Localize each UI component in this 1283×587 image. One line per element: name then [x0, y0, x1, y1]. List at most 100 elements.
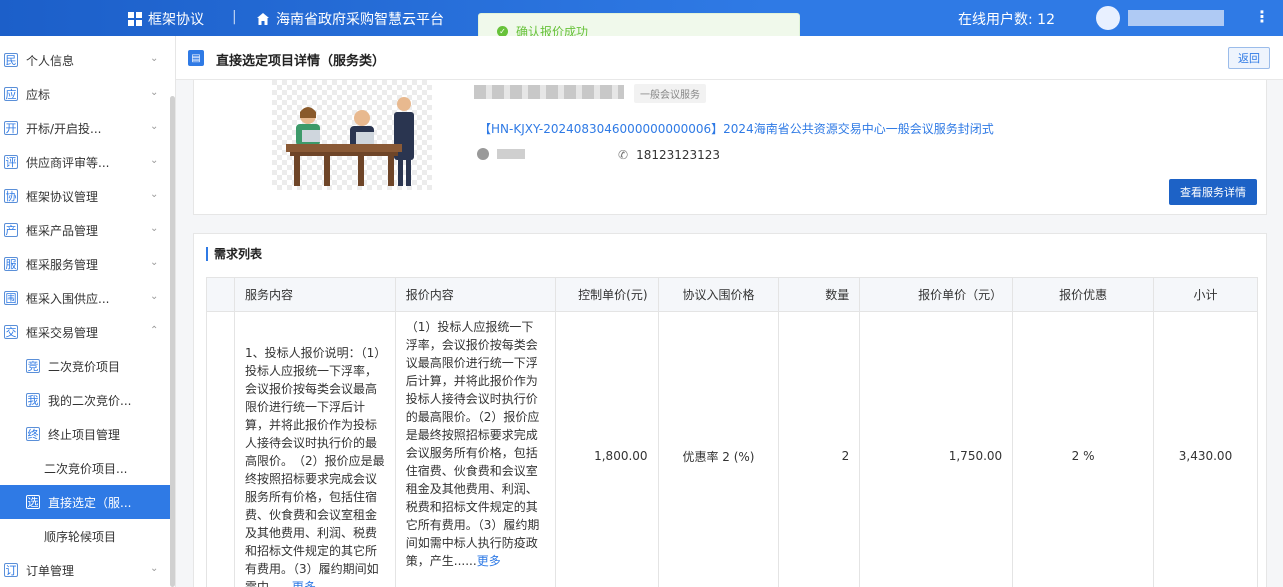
sidebar-item-label: 二次竞价项目 [48, 359, 121, 374]
back-button[interactable]: 返回 [1228, 47, 1270, 69]
chevron-down-icon: ⌄ [150, 121, 159, 132]
sidebar-item-shortlisted-supplier[interactable]: 围 框采入围供应... ⌄ [0, 281, 170, 315]
sidebar-item-second-bidding-sub[interactable]: 二次竞价项目... [0, 451, 170, 485]
quantity-cell: 2 [778, 311, 861, 587]
col-quantity: 数量 [778, 277, 861, 312]
header-separator: | [232, 9, 237, 25]
sidebar-item-service-mgmt[interactable]: 服 框采服务管理 ⌄ [0, 247, 170, 281]
sidebar-scrollbar[interactable] [170, 96, 175, 587]
sidebar: 民 个人信息 ⌄ 应 应标 ⌄ 开 开标/开启投... ⌄ 评 供应商评审等..… [0, 36, 176, 587]
quote-content-cell: （1）投标人应报统一下浮率，会议报价按每类会议最高限价进行统一下浮后计算，并将此… [394, 311, 556, 587]
order-icon: 订 [4, 563, 18, 577]
project-title-link[interactable]: 【HN-KJXY-2024083046000000000006】2024海南省公… [479, 120, 994, 137]
contact-person [477, 148, 525, 160]
agreement-price-cell: 优惠率 2 (%) [657, 311, 780, 587]
service-content-text: 1、投标人报价说明：（1）投标人应报统一下浮率，会议报价按每类会议最高限价进行统… [244, 346, 385, 587]
sidebar-item-agreement-mgmt[interactable]: 协 框架协议管理 ⌄ [0, 179, 170, 213]
grid-icon [128, 12, 142, 26]
service-more-link[interactable]: 更多 [292, 580, 316, 587]
project-name-redacted [474, 85, 624, 99]
view-service-detail-button[interactable]: 查看服务详情 [1169, 179, 1257, 205]
avatar[interactable] [1096, 6, 1120, 30]
table-header-row: 服务内容 报价内容 控制单价(元) 协议入围价格 数量 报价单价（元） 报价优惠… [206, 277, 1259, 312]
chevron-down-icon: ⌄ [150, 563, 159, 574]
sidebar-item-label: 开标/开启投... [26, 121, 102, 136]
sidebar-item-label: 框采服务管理 [26, 257, 99, 272]
sidebar-item-second-bidding[interactable]: 竞 二次竞价项目 [0, 349, 170, 383]
online-users: 在线用户数: 12 [958, 12, 1055, 28]
platform-label: 海南省政府采购智慧云平台 [276, 12, 444, 28]
brand[interactable]: 框架协议 [128, 9, 204, 29]
sidebar-item-label: 顺序轮候项目 [44, 529, 117, 544]
col-discount: 报价优惠 [1012, 277, 1154, 312]
sidebar-item-my-second-bidding[interactable]: 我 我的二次竞价... [0, 383, 170, 417]
meeting-illustration [272, 80, 432, 190]
my-bidding-icon: 我 [26, 393, 40, 407]
sidebar-item-trade-mgmt[interactable]: 交 框采交易管理 ⌃ [0, 315, 170, 349]
col-unit-price: 报价单价（元） [859, 277, 1014, 312]
col-agreement-price: 协议入围价格 [657, 277, 780, 312]
terminate-icon: 终 [26, 427, 40, 441]
row-index-cell [206, 311, 235, 587]
chevron-up-icon: ⌃ [150, 325, 159, 336]
sidebar-item-personal-info[interactable]: 民 个人信息 ⌄ [0, 43, 170, 77]
chevron-down-icon: ⌄ [150, 87, 159, 98]
col-service-content: 服务内容 [233, 277, 396, 312]
sidebar-item-terminate-project[interactable]: 终 终止项目管理 [0, 417, 170, 451]
product-icon: 产 [4, 223, 18, 237]
unit-price-cell: 1,750.00 [859, 311, 1014, 587]
sidebar-item-label: 框采产品管理 [26, 223, 99, 238]
user-name-redacted[interactable] [1128, 10, 1224, 26]
discount-cell: 2 % [1012, 311, 1154, 587]
bid-icon: 应 [4, 87, 18, 101]
sidebar-item-sequential-rotation[interactable]: 顺序轮候项目 [0, 519, 170, 553]
sidebar-item-label: 直接选定（服... [48, 495, 132, 510]
direct-select-icon: 选 [26, 495, 40, 509]
sidebar-item-label: 框采入围供应... [26, 291, 110, 306]
service-icon: 服 [4, 257, 18, 271]
open-bid-icon: 开 [4, 121, 18, 135]
quote-content-text: （1）投标人应报统一下浮率，会议报价按每类会议最高限价进行统一下浮后计算，并将此… [405, 320, 540, 568]
page-header: ▤ 直接选定项目详情（服务类） 返回 [176, 36, 1283, 80]
chevron-down-icon: ⌄ [150, 189, 159, 200]
trade-icon: 交 [4, 325, 18, 339]
sidebar-item-order-mgmt[interactable]: 订 订单管理 ⌄ [0, 553, 170, 587]
sidebar-item-bid[interactable]: 应 应标 ⌄ [0, 77, 170, 111]
document-icon: ▤ [188, 50, 204, 66]
sidebar-item-label: 框采交易管理 [26, 325, 99, 340]
person-icon [477, 148, 489, 160]
subtotal-cell: 3,430.00 [1152, 311, 1259, 587]
sidebar-item-label: 供应商评审等... [26, 155, 110, 170]
requirements-table: 服务内容 报价内容 控制单价(元) 协议入围价格 数量 报价单价（元） 报价优惠… [206, 277, 1259, 587]
platform-name[interactable]: 海南省政府采购智慧云平台 [256, 9, 444, 29]
chevron-down-icon: ⌄ [150, 291, 159, 302]
quote-more-link[interactable]: 更多 [477, 554, 501, 568]
sidebar-item-label: 个人信息 [26, 53, 75, 68]
requirements-card: 需求列表 服务内容 报价内容 控制单价(元) 协议入围价格 数量 报价单价（元）… [193, 233, 1267, 587]
table-row: 1、投标人报价说明：（1）投标人应报统一下浮率，会议报价按每类会议最高限价进行统… [206, 311, 1259, 587]
col-control-price: 控制单价(元) [554, 277, 659, 312]
chevron-down-icon: ⌄ [150, 155, 159, 166]
chevron-down-icon: ⌄ [150, 257, 159, 268]
brand-label: 框架协议 [148, 12, 204, 28]
main-content: 一般会议服务 【HN-KJXY-2024083046000000000006】2… [176, 80, 1283, 587]
page-title: 直接选定项目详情（服务类） [216, 54, 386, 69]
service-content-cell: 1、投标人报价说明：（1）投标人应报统一下浮率，会议报价按每类会议最高限价进行统… [233, 311, 396, 587]
phone-number: 18123123123 [636, 148, 721, 162]
project-info-card: 一般会议服务 【HN-KJXY-2024083046000000000006】2… [193, 80, 1267, 215]
sidebar-item-product-mgmt[interactable]: 产 框采产品管理 ⌄ [0, 213, 170, 247]
control-price-cell: 1,800.00 [554, 311, 659, 587]
contact-name-redacted [497, 149, 525, 159]
sidebar-item-supplier-review[interactable]: 评 供应商评审等... ⌄ [0, 145, 170, 179]
more-menu-icon[interactable]: ⋮ [1254, 7, 1270, 26]
sidebar-item-open-bid[interactable]: 开 开标/开启投... ⌄ [0, 111, 170, 145]
home-icon [257, 13, 269, 25]
sidebar-item-label: 应标 [26, 87, 51, 102]
sidebar-item-label: 我的二次竞价... [48, 393, 132, 408]
sidebar-item-direct-select[interactable]: 选 直接选定（服... [0, 485, 170, 519]
bidding-icon: 竞 [26, 359, 40, 373]
review-icon: 评 [4, 155, 18, 169]
sidebar-item-label: 框架协议管理 [26, 189, 99, 204]
sidebar-item-label: 终止项目管理 [48, 427, 121, 442]
col-quote-content: 报价内容 [394, 277, 556, 312]
